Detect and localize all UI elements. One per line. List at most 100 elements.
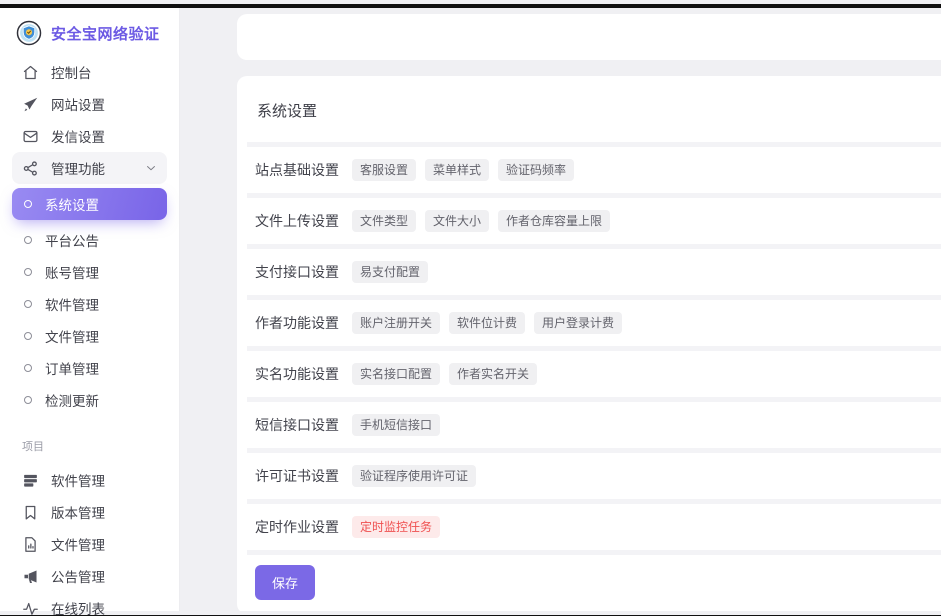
settings-row-1[interactable]: 文件上传设置 文件类型文件大小作者仓库容量上限 — [247, 193, 941, 244]
sidebar-item-3[interactable]: 管理功能 — [12, 152, 167, 184]
circle-bullet-icon — [24, 200, 32, 208]
tag: 作者仓库容量上限 — [498, 210, 610, 232]
bookmark-icon — [22, 504, 39, 521]
settings-row-0[interactable]: 站点基础设置 客服设置菜单样式验证码频率 — [247, 142, 941, 193]
settings-row-label: 定时作业设置 — [255, 519, 339, 535]
stack-icon — [22, 472, 39, 489]
sidebar-subitem-label: 账号管理 — [45, 262, 99, 282]
tag: 客服设置 — [352, 159, 416, 181]
sidebar-subitem-label: 系统设置 — [45, 194, 99, 214]
sidebar-subitem-4[interactable]: 文件管理 — [12, 320, 167, 352]
settings-row-tags: 文件类型文件大小作者仓库容量上限 — [352, 210, 610, 232]
tag: 实名接口配置 — [352, 363, 440, 385]
settings-row-label: 支付接口设置 — [255, 264, 339, 280]
tag: 菜单样式 — [425, 159, 489, 181]
sidebar-subitem-2[interactable]: 账号管理 — [12, 256, 167, 288]
tag: 账户注册开关 — [352, 312, 440, 334]
circle-bullet-icon — [24, 396, 32, 404]
rocket-icon — [22, 96, 39, 113]
settings-row-tags: 实名接口配置作者实名开关 — [352, 363, 537, 385]
tag: 定时监控任务 — [352, 516, 440, 538]
tag: 软件位计费 — [449, 312, 525, 334]
sidebar-subitem-label: 文件管理 — [45, 326, 99, 346]
sidebar-nav-projects: 软件管理 版本管理 文件管理 公告管理 在线列表 — [12, 464, 167, 616]
settings-row-5[interactable]: 短信接口设置 手机短信接口 — [247, 397, 941, 448]
tag: 作者实名开关 — [449, 363, 537, 385]
settings-row-label: 短信接口设置 — [255, 417, 339, 433]
sidebar-item-label: 管理功能 — [51, 158, 105, 178]
file-chart-icon — [22, 536, 39, 553]
sidebar-project-item-2[interactable]: 文件管理 — [12, 528, 167, 560]
brand-name: 安全宝网络验证 — [51, 23, 160, 44]
sidebar-group-label: 项目 — [12, 438, 167, 454]
app-window: 安全宝网络验证 控制台 网站设置 发信设置 管理功能 系统设置 — [0, 4, 941, 611]
save-button[interactable]: 保存 — [255, 565, 315, 600]
settings-row-label: 文件上传设置 — [255, 213, 339, 229]
settings-row-2[interactable]: 支付接口设置 易支付配置 — [247, 244, 941, 295]
sidebar-item-2[interactable]: 发信设置 — [12, 120, 167, 152]
settings-row-tags: 定时监控任务 — [352, 516, 440, 538]
tag: 易支付配置 — [352, 261, 428, 283]
sidebar-project-label: 公告管理 — [51, 566, 105, 586]
sidebar-subitem-label: 平台公告 — [45, 230, 99, 250]
tag: 验证码频率 — [498, 159, 574, 181]
sidebar-project-label: 软件管理 — [51, 470, 105, 490]
tag: 用户登录计费 — [534, 312, 622, 334]
settings-row-4[interactable]: 实名功能设置 实名接口配置作者实名开关 — [247, 346, 941, 397]
shield-badge-icon — [16, 20, 42, 46]
sidebar-item-label: 网站设置 — [51, 94, 105, 114]
brand-logo: 安全宝网络验证 — [12, 18, 167, 56]
sidebar-item-label: 控制台 — [51, 62, 92, 82]
tag: 验证程序使用许可证 — [352, 465, 476, 487]
sidebar-subitem-label: 检测更新 — [45, 390, 99, 410]
sidebar-subitem-label: 订单管理 — [45, 358, 99, 378]
sidebar-project-label: 版本管理 — [51, 502, 105, 522]
settings-row-tags: 验证程序使用许可证 — [352, 465, 476, 487]
settings-rows: 站点基础设置 客服设置菜单样式验证码频率 文件上传设置 文件类型文件大小作者仓库… — [237, 142, 941, 550]
sidebar-project-label: 文件管理 — [51, 534, 105, 554]
sidebar-subitem-5[interactable]: 订单管理 — [12, 352, 167, 384]
sidebar-project-item-4[interactable]: 在线列表 — [12, 592, 167, 616]
tag: 文件大小 — [425, 210, 489, 232]
activity-icon — [22, 600, 39, 616]
tag: 文件类型 — [352, 210, 416, 232]
page-title: 系统设置 — [237, 76, 941, 142]
sidebar-project-item-3[interactable]: 公告管理 — [12, 560, 167, 592]
settings-row-label: 许可证书设置 — [255, 468, 339, 484]
tag: 手机短信接口 — [352, 414, 440, 436]
share-nodes-icon — [22, 160, 39, 177]
settings-row-tags: 易支付配置 — [352, 261, 428, 283]
settings-row-3[interactable]: 作者功能设置 账户注册开关软件位计费用户登录计费 — [247, 295, 941, 346]
chevron-down-icon — [145, 162, 157, 174]
sidebar-project-label: 在线列表 — [51, 598, 105, 616]
topbar — [237, 14, 941, 60]
circle-bullet-icon — [24, 300, 32, 308]
circle-bullet-icon — [24, 364, 32, 372]
sidebar-subitem-label: 软件管理 — [45, 294, 99, 314]
settings-row-tags: 客服设置菜单样式验证码频率 — [352, 159, 574, 181]
settings-row-label: 站点基础设置 — [255, 162, 339, 178]
sidebar-nav-main: 控制台 网站设置 发信设置 管理功能 系统设置 平台公告 账号管理 — [12, 56, 167, 416]
settings-row-tags: 账户注册开关软件位计费用户登录计费 — [352, 312, 622, 334]
sidebar-item-label: 发信设置 — [51, 126, 105, 146]
sidebar-item-0[interactable]: 控制台 — [12, 56, 167, 88]
system-settings-card: 系统设置 站点基础设置 客服设置菜单样式验证码频率 文件上传设置 文件类型文件大… — [237, 76, 941, 611]
settings-row-7[interactable]: 定时作业设置 定时监控任务 — [247, 499, 941, 550]
sidebar-project-item-0[interactable]: 软件管理 — [12, 464, 167, 496]
sidebar-project-item-1[interactable]: 版本管理 — [12, 496, 167, 528]
settings-row-label: 作者功能设置 — [255, 315, 339, 331]
main-content: 系统设置 站点基础设置 客服设置菜单样式验证码频率 文件上传设置 文件类型文件大… — [180, 4, 941, 611]
sidebar-submenu: 系统设置 平台公告 账号管理 软件管理 文件管理 订单管理 检测更新 — [12, 188, 167, 416]
mail-icon — [22, 128, 39, 145]
sidebar: 安全宝网络验证 控制台 网站设置 发信设置 管理功能 系统设置 — [0, 4, 180, 611]
sidebar-subitem-0[interactable]: 系统设置 — [12, 188, 167, 220]
circle-bullet-icon — [24, 332, 32, 340]
sidebar-subitem-1[interactable]: 平台公告 — [12, 224, 167, 256]
sidebar-item-1[interactable]: 网站设置 — [12, 88, 167, 120]
sidebar-subitem-3[interactable]: 软件管理 — [12, 288, 167, 320]
sidebar-subitem-6[interactable]: 检测更新 — [12, 384, 167, 416]
settings-row-tags: 手机短信接口 — [352, 414, 440, 436]
save-row: 保存 — [247, 550, 941, 611]
megaphone-icon — [22, 568, 39, 585]
settings-row-6[interactable]: 许可证书设置 验证程序使用许可证 — [247, 448, 941, 499]
